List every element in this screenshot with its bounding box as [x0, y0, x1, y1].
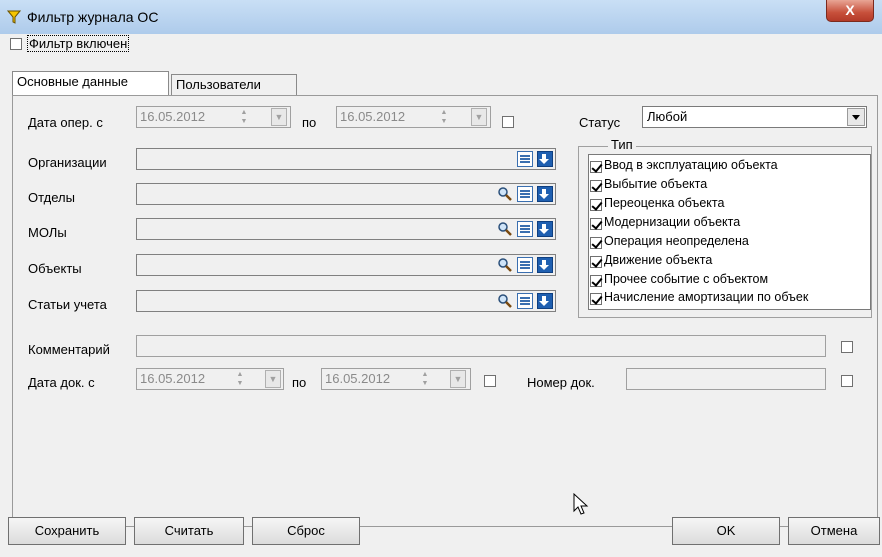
arrow-down-icon[interactable] [537, 257, 553, 273]
type-checkbox-depreciation[interactable] [590, 293, 602, 305]
ok-button[interactable]: OK [672, 517, 780, 545]
filter-enabled-checkbox[interactable] [10, 38, 22, 50]
doc-date-from-value: 16.05.2012 [140, 371, 206, 386]
status-value: Любой [647, 109, 688, 124]
doc-date-to-field[interactable]: 16.05.2012 ▲ ▼ ▼ [321, 368, 471, 390]
list-icon[interactable] [517, 186, 533, 202]
window-title: Фильтр журнала ОС [27, 9, 159, 25]
arrow-down-icon[interactable] [537, 151, 553, 167]
type-checkbox-modernization[interactable] [590, 218, 602, 230]
field-label-mols: МОЛы [28, 225, 67, 240]
type-label-movement: Движение объекта [604, 253, 713, 267]
doc-date-from-dropdown[interactable]: ▼ [265, 370, 281, 388]
organizations-field[interactable] [136, 148, 556, 170]
type-checkbox-commissioning[interactable] [590, 161, 602, 173]
arrow-down-icon[interactable] [537, 293, 553, 309]
doc-date-label: Дата док. с [28, 375, 95, 390]
type-checkbox-movement[interactable] [590, 256, 602, 268]
funnel-icon [7, 10, 21, 24]
oper-date-to-label: по [302, 115, 317, 130]
list-icon[interactable] [517, 221, 533, 237]
doc-date-to-spinner[interactable]: ▲ ▼ [414, 370, 436, 388]
field-label-objects: Объекты [28, 261, 82, 276]
doc-number-field[interactable] [626, 368, 826, 390]
search-icon[interactable] [497, 257, 513, 273]
close-button[interactable]: X [826, 0, 874, 22]
type-label-commissioning: Ввод в эксплуатацию объекта [604, 158, 778, 172]
type-checkbox-revaluation[interactable] [590, 199, 602, 211]
accounting-items-field[interactable] [136, 290, 556, 312]
type-label-disposal: Выбытие объекта [604, 177, 708, 191]
oper-date-from-spinner[interactable]: ▲ ▼ [233, 108, 255, 126]
mols-field[interactable] [136, 218, 556, 240]
doc-number-checkbox[interactable] [841, 375, 853, 387]
search-icon[interactable] [497, 293, 513, 309]
mouse-cursor-icon [573, 493, 589, 515]
save-button[interactable]: Сохранить [8, 517, 126, 545]
type-checkbox-disposal[interactable] [590, 180, 602, 192]
oper-date-from-field[interactable]: 16.05.2012 ▲ ▼ ▼ [136, 106, 291, 128]
type-label-other: Прочее событие с объектом [604, 272, 769, 286]
doc-date-to-label: по [292, 375, 307, 390]
type-checkbox-undefined[interactable] [590, 237, 602, 249]
comment-label: Комментарий [28, 342, 110, 357]
type-label-modernization: Модернизации объекта [604, 215, 741, 229]
doc-date-from-field[interactable]: 16.05.2012 ▲ ▼ ▼ [136, 368, 284, 390]
status-label: Статус [579, 115, 621, 130]
search-icon[interactable] [497, 186, 513, 202]
type-group-title: Тип [608, 137, 636, 152]
chevron-down-icon[interactable] [847, 108, 865, 126]
field-label-departments: Отделы [28, 190, 75, 205]
status-select[interactable]: Любой [642, 106, 867, 128]
oper-date-to-dropdown[interactable]: ▼ [471, 108, 487, 126]
oper-date-to-spinner[interactable]: ▲ ▼ [433, 108, 455, 126]
filter-enabled-label: Фильтр включен [27, 35, 130, 52]
arrow-down-icon[interactable] [537, 186, 553, 202]
cancel-button[interactable]: Отмена [788, 517, 880, 545]
departments-field[interactable] [136, 183, 556, 205]
comment-checkbox[interactable] [841, 341, 853, 353]
type-label-undefined: Операция неопределена [604, 234, 749, 248]
dialog-body: Фильтр включен Основные данные Пользоват… [6, 35, 880, 557]
list-icon[interactable] [517, 293, 533, 309]
oper-date-from-value: 16.05.2012 [140, 109, 206, 124]
arrow-down-icon[interactable] [537, 221, 553, 237]
doc-date-checkbox[interactable] [484, 375, 496, 387]
oper-date-from-dropdown[interactable]: ▼ [271, 108, 287, 126]
oper-date-to-value: 16.05.2012 [340, 109, 406, 124]
field-label-organizations: Организации [28, 155, 107, 170]
oper-date-checkbox[interactable] [502, 116, 514, 128]
oper-date-label: Дата опер. с [28, 115, 103, 130]
comment-field[interactable] [136, 335, 826, 357]
objects-field[interactable] [136, 254, 556, 276]
list-icon[interactable] [517, 151, 533, 167]
type-label-depreciation: Начисление амортизации по объек [604, 290, 809, 304]
tab-main-data[interactable]: Основные данные [12, 71, 169, 95]
reset-button[interactable]: Сброс [252, 517, 360, 545]
type-label-revaluation: Переоценка объекта [604, 196, 725, 210]
type-checkbox-other[interactable] [590, 275, 602, 287]
search-icon[interactable] [497, 221, 513, 237]
load-button[interactable]: Считать [134, 517, 244, 545]
oper-date-to-field[interactable]: 16.05.2012 ▲ ▼ ▼ [336, 106, 491, 128]
field-label-accounting-items: Статьи учета [28, 297, 107, 312]
doc-date-to-dropdown[interactable]: ▼ [450, 370, 466, 388]
tab-users[interactable]: Пользователи [171, 74, 297, 95]
doc-date-to-value: 16.05.2012 [325, 371, 391, 386]
doc-number-label: Номер док. [527, 375, 595, 390]
list-icon[interactable] [517, 257, 533, 273]
filter-dialog: Фильтр журнала ОС X Фильтр включен Основ… [0, 0, 882, 557]
title-bar: Фильтр журнала ОС X [0, 0, 882, 34]
doc-date-from-spinner[interactable]: ▲ ▼ [229, 370, 251, 388]
